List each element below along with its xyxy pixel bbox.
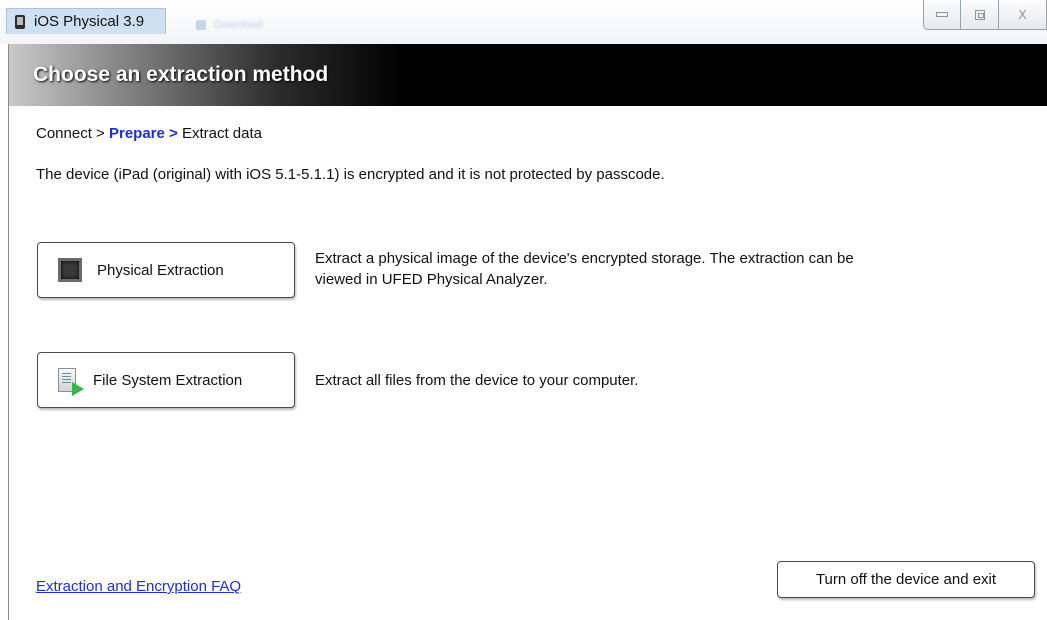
faq-link[interactable]: Extraction and Encryption FAQ <box>36 578 241 595</box>
close-button[interactable]: X <box>999 0 1047 30</box>
breadcrumb: Connect > Prepare > Extract data <box>36 125 262 142</box>
main-panel: Choose an extraction method Connect > Pr… <box>8 44 1047 620</box>
file-system-extraction-description: Extract all files from the device to you… <box>315 370 1015 391</box>
app-tab[interactable]: iOS Physical 3.9 <box>6 8 166 34</box>
physical-extraction-description: Extract a physical image of the device's… <box>315 248 1015 290</box>
physical-extraction-button[interactable]: Physical Extraction <box>37 242 295 298</box>
header-banner: Choose an extraction method <box>9 44 1047 106</box>
maximize-icon <box>974 9 985 20</box>
file-system-extraction-label: File System Extraction <box>93 371 243 389</box>
page-title: Choose an extraction method <box>33 63 329 86</box>
window-title: iOS Physical 3.9 <box>34 13 145 30</box>
physical-extraction-description-line1: Extract a physical image of the device's… <box>315 250 854 267</box>
turn-off-exit-label: Turn off the device and exit <box>815 571 997 588</box>
device-status-message: The device (iPad (original) with iOS 5.1… <box>36 166 665 183</box>
title-bar: iOS Physical 3.9 Download X <box>0 0 1047 44</box>
minimize-icon <box>936 12 948 17</box>
maximize-button[interactable] <box>961 0 999 30</box>
file-system-extraction-description-line1: Extract all files from the device to you… <box>315 372 639 389</box>
breadcrumb-prepare: Prepare > <box>108 125 178 142</box>
file-system-extraction-button[interactable]: File System Extraction <box>37 352 295 408</box>
turn-off-exit-button[interactable]: Turn off the device and exit <box>777 561 1035 598</box>
minimize-button[interactable] <box>923 0 961 30</box>
physical-extraction-description-line2: viewed in UFED Physical Analyzer. <box>315 271 548 288</box>
breadcrumb-connect: Connect <box>36 125 92 142</box>
file-export-icon <box>58 368 84 396</box>
download-icon <box>196 20 206 30</box>
background-tab-label: Download <box>214 19 263 31</box>
phone-icon <box>15 14 25 29</box>
background-tab[interactable]: Download <box>196 18 306 32</box>
breadcrumb-separator: > <box>91 125 109 142</box>
breadcrumb-extract: Extract data <box>177 125 262 142</box>
close-icon: X <box>1018 7 1027 22</box>
chip-icon <box>58 258 82 282</box>
window-controls: X <box>923 0 1047 30</box>
physical-extraction-label: Physical Extraction <box>97 261 224 279</box>
